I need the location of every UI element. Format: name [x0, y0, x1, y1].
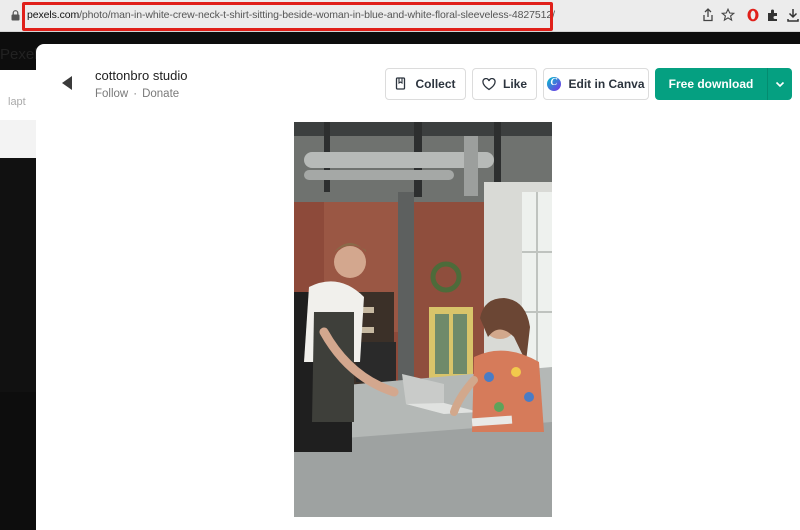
like-button[interactable]: Like — [472, 68, 537, 100]
browser-toolbar: pexels.com/photo/man-in-white-crew-neck-… — [0, 0, 800, 32]
bg-search-area — [0, 120, 36, 158]
opera-icon[interactable] — [746, 8, 760, 22]
chevron-down-icon — [775, 81, 785, 87]
donate-link[interactable]: Donate — [142, 88, 179, 100]
heart-icon — [482, 77, 496, 90]
back-arrow-icon[interactable] — [60, 74, 74, 92]
share-icon[interactable] — [701, 8, 715, 22]
author-links: Follow · Donate — [95, 88, 179, 100]
url-highlight-box — [22, 2, 553, 31]
bookmark-icon — [396, 77, 406, 90]
lock-icon[interactable] — [11, 10, 20, 21]
author-name[interactable]: cottonbro studio — [95, 68, 188, 83]
photo-image[interactable] — [294, 122, 552, 517]
like-label: Like — [502, 77, 527, 91]
download-options-button[interactable] — [767, 68, 792, 100]
follow-link[interactable]: Follow — [95, 88, 128, 100]
canva-label: Edit in Canva — [568, 77, 645, 91]
edit-in-canva-button[interactable]: Edit in Canva — [543, 68, 649, 100]
download-label: Free download — [668, 77, 754, 91]
bg-hero — [0, 158, 36, 392]
extensions-icon[interactable] — [766, 8, 780, 22]
canva-icon — [547, 77, 562, 91]
bg-header — [0, 70, 36, 120]
separator-dot: · — [133, 88, 138, 100]
collect-button[interactable]: Collect — [385, 68, 466, 100]
free-download-button[interactable]: Free download — [655, 68, 767, 100]
bg-search-text: lapt — [8, 96, 26, 108]
collect-label: Collect — [415, 77, 456, 91]
download-icon[interactable] — [786, 8, 800, 22]
star-icon[interactable] — [721, 8, 735, 22]
